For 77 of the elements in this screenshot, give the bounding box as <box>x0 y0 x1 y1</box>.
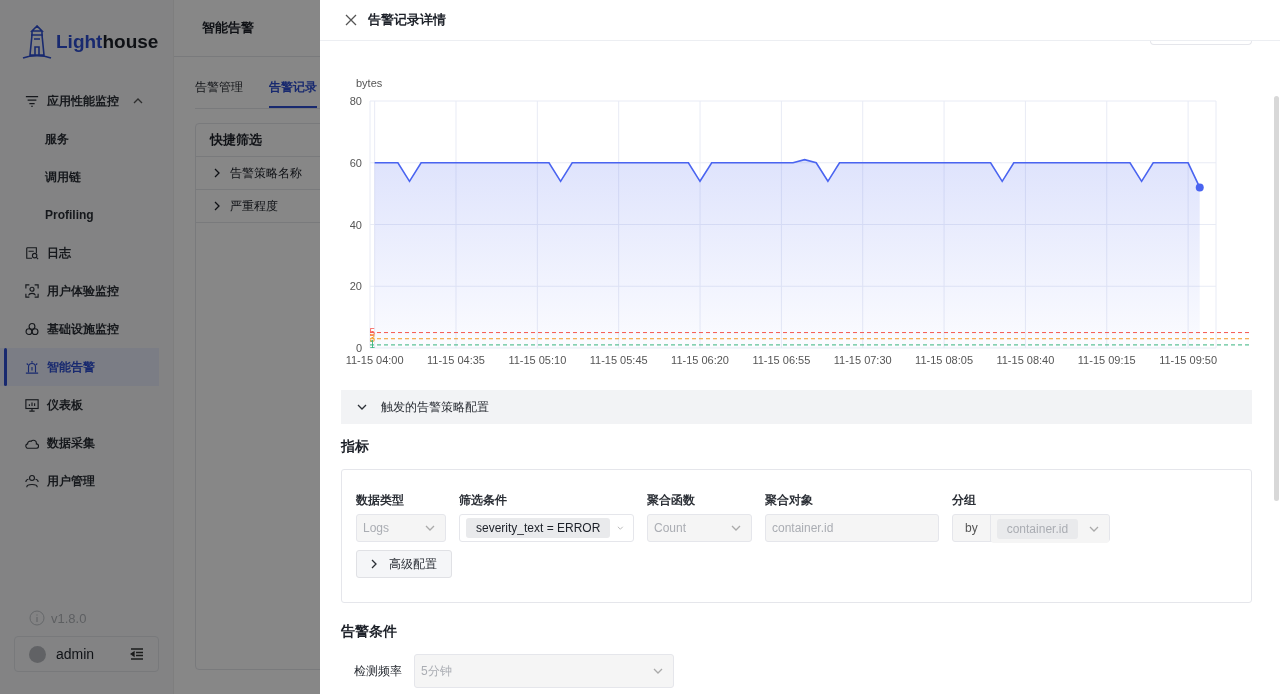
axis-tick-label: 20 <box>349 280 362 293</box>
field-label: 数据类型 <box>356 492 405 509</box>
filter-tag: severity_text = ERROR <box>466 518 611 538</box>
addon-label: by <box>953 515 991 541</box>
axis-tick-label: 11-15 06:55 <box>752 354 811 366</box>
advanced-config-button[interactable]: 高级配置 <box>356 550 452 578</box>
nav-item[interactable]: 日志 <box>0 234 159 272</box>
filter-item[interactable]: 严重程度 <box>210 197 278 215</box>
nav-label: 日志 <box>47 244 71 262</box>
filter-item[interactable]: 告警策略名称 <box>210 164 302 182</box>
nav-label: 调用链 <box>45 168 81 186</box>
nav-item[interactable]: 用户体验监控 <box>0 272 159 310</box>
nav-label: 应用性能监控 <box>47 92 119 110</box>
field-label: 检测频率 <box>354 662 402 680</box>
axis-tick-label: 11-15 09:50 <box>1159 354 1218 366</box>
section-title: 指标 <box>341 438 370 456</box>
filter-lines-icon <box>25 94 39 108</box>
page-title: 智能告警 <box>202 19 254 37</box>
field-label: 聚合对象 <box>765 492 814 509</box>
nav-label: 用户体验监控 <box>47 282 119 300</box>
nav-label: 基础设施监控 <box>47 320 119 338</box>
axis-tick-label: 11-15 05:10 <box>508 354 567 366</box>
collapse-header[interactable]: 触发的告警策略配置 <box>341 390 1252 424</box>
monitor-icon <box>25 398 39 412</box>
nav-item[interactable]: 基础设施监控 <box>0 310 159 348</box>
nav-label: 用户管理 <box>47 472 95 490</box>
axis-title: bytes <box>356 77 383 89</box>
nav-item[interactable]: Profiling <box>0 196 159 234</box>
nav-item[interactable]: 服务 <box>0 120 159 158</box>
axis-tick-label: 11-15 07:30 <box>833 354 892 366</box>
tab[interactable]: 告警管理 <box>195 77 243 108</box>
user-name: admin <box>56 646 95 662</box>
nav-label: 仪表板 <box>47 396 83 414</box>
panel-title: 快捷筛选 <box>210 131 262 149</box>
nav-item[interactable]: 用户管理 <box>0 462 159 500</box>
data-point <box>1195 183 1204 192</box>
axis-tick-label: 11-15 05:45 <box>589 354 648 366</box>
group-tag: container.id <box>996 519 1079 539</box>
axis-tick-label: 11-15 09:15 <box>1077 354 1136 366</box>
nav-item[interactable]: 仪表板 <box>0 386 159 424</box>
axis-tick-label: 11-15 04:00 <box>345 354 404 366</box>
axis-tick-label: 60 <box>349 156 362 169</box>
tab[interactable]: 告警记录 <box>269 77 317 108</box>
axis-tick-label: 11-15 04:35 <box>427 354 485 366</box>
user-card[interactable]: admin <box>14 636 159 672</box>
three-circles-icon <box>25 322 39 336</box>
section-title: 告警条件 <box>341 623 398 641</box>
alarm-light-icon <box>25 360 39 374</box>
axis-tick-label: 11-15 08:40 <box>996 354 1055 366</box>
users-icon <box>25 474 39 488</box>
info-icon <box>29 610 45 626</box>
avatar-icon <box>29 645 46 663</box>
axis-tick-label: 0 <box>355 342 362 354</box>
nav-label: 智能告警 <box>47 358 95 376</box>
close-button[interactable] <box>344 13 358 27</box>
drawer-title: 告警记录详情 <box>368 11 446 29</box>
field-label: 聚合函数 <box>647 492 696 509</box>
face-scan-icon <box>25 284 39 298</box>
field-label: 筛选条件 <box>459 492 508 509</box>
lighthouse-icon <box>22 24 52 60</box>
axis-tick-label: 11-15 06:20 <box>671 354 729 366</box>
collapse-menu-icon[interactable] <box>130 647 144 661</box>
nav-item[interactable]: 智能告警 <box>0 348 159 386</box>
axis-tick-label: 11-15 08:05 <box>915 354 973 366</box>
nav-item[interactable]: 调用链 <box>0 158 159 196</box>
nav-label: Profiling <box>45 208 94 222</box>
nav-item[interactable]: 数据采集 <box>0 424 159 462</box>
nav-item[interactable]: 应用性能监控 <box>0 82 159 120</box>
document-search-icon <box>25 246 39 260</box>
nav-label: 服务 <box>45 130 69 148</box>
field-label: 分组 <box>952 492 977 509</box>
logo-text: house <box>102 31 159 53</box>
select-field[interactable]: severity_text = ERROR <box>459 514 634 542</box>
axis-tick-label: 40 <box>349 218 362 231</box>
logo-text: Light <box>56 31 103 53</box>
axis-tick-label: 80 <box>349 95 362 107</box>
nav-label: 数据采集 <box>47 434 95 452</box>
